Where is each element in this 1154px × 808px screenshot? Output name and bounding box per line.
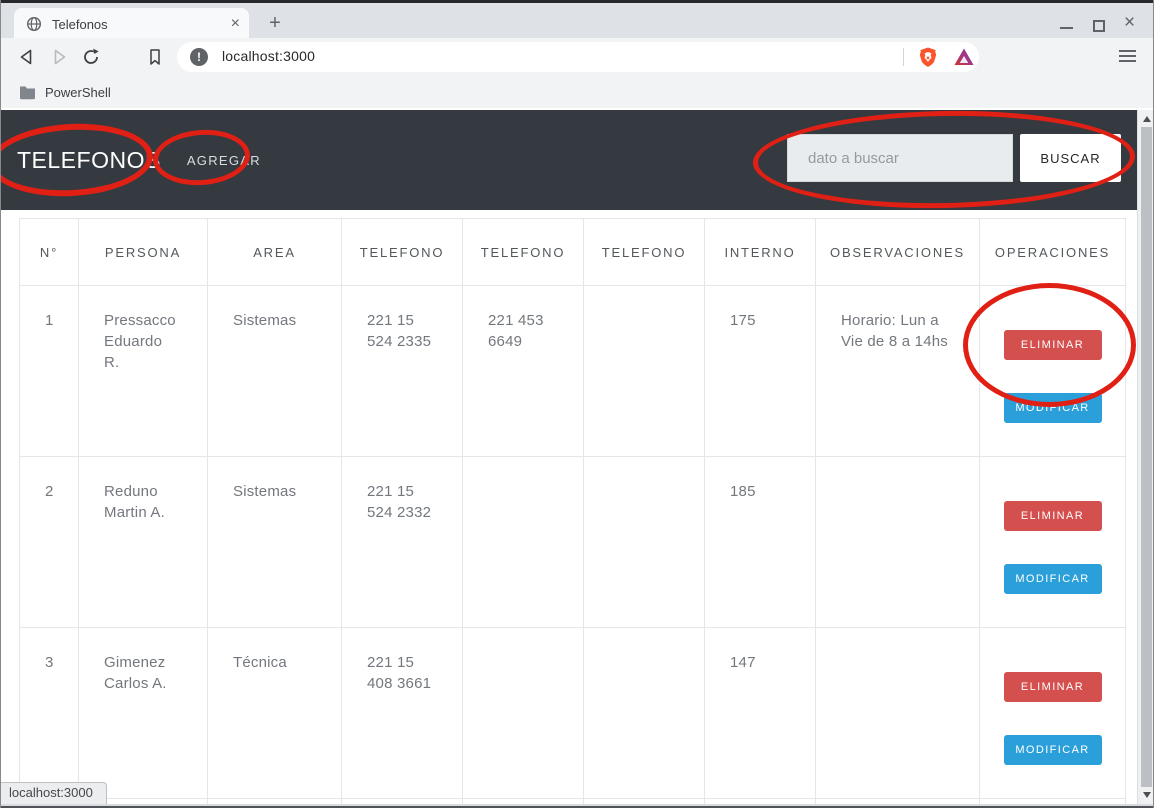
reload-icon[interactable] — [81, 47, 101, 67]
bookmark-icon[interactable] — [145, 47, 165, 67]
table-row: 3 Gimenez Carlos A. Técnica 221 15 408 3… — [20, 628, 1126, 799]
brave-shield-icon[interactable] — [917, 46, 939, 68]
scroll-up-arrow-icon[interactable] — [1143, 116, 1151, 122]
cell-telefono1: 221 15 524 2332 — [342, 457, 463, 628]
cell-observaciones — [816, 457, 980, 628]
app-navbar: TELEFONOS AGREGAR BUSCAR — [1, 110, 1137, 210]
cell-telefono2 — [463, 628, 584, 799]
cell-telefono3 — [584, 457, 705, 628]
cell-area: Sistemas — [208, 457, 342, 628]
tab-close-icon[interactable]: × — [231, 14, 240, 34]
col-header-observaciones: OBSERVACIONES — [816, 219, 980, 286]
cell-n: 1 — [20, 286, 79, 457]
cell-telefono3 — [584, 286, 705, 457]
edit-button[interactable]: MODIFICAR — [1004, 564, 1102, 594]
window-bottom-edge — [1, 804, 1154, 808]
cell-area: Técnica — [208, 628, 342, 799]
delete-button[interactable]: ELIMINAR — [1004, 501, 1102, 531]
cell-persona: Gimenez Carlos A. — [79, 628, 208, 799]
vertical-scrollbar[interactable] — [1137, 110, 1154, 804]
web-page: TELEFONOS AGREGAR BUSCAR N° PERSONA AREA… — [1, 108, 1137, 804]
forward-icon[interactable] — [49, 47, 69, 67]
back-icon[interactable] — [17, 47, 37, 67]
url-text[interactable]: localhost:3000 — [222, 48, 315, 64]
cell-persona: Pressacco Eduardo R. — [79, 286, 208, 457]
bat-rewards-icon[interactable] — [953, 46, 975, 68]
cell-telefono3 — [584, 628, 705, 799]
cell-n: 3 — [20, 628, 79, 799]
tab-strip: Telefonos × + × — [1, 0, 1154, 38]
cell-telefono1: 221 15 408 3661 — [342, 628, 463, 799]
cell-operaciones: ELIMINAR MODIFICAR — [980, 286, 1126, 457]
cell-interno: 147 — [705, 628, 816, 799]
cell-operaciones: ELIMINAR MODIFICAR — [980, 457, 1126, 628]
col-header-interno: INTERNO — [705, 219, 816, 286]
col-header-n: N° — [20, 219, 79, 286]
scrollbar-thumb[interactable] — [1141, 127, 1152, 787]
browser-tab[interactable]: Telefonos × — [14, 8, 249, 41]
col-header-persona: PERSONA — [79, 219, 208, 286]
brand-link[interactable]: TELEFONOS — [17, 147, 161, 174]
search-input[interactable] — [787, 134, 1013, 182]
edit-button[interactable]: MODIFICAR — [1004, 735, 1102, 765]
table-row: 1 Pressacco Eduardo R. Sistemas 221 15 5… — [20, 286, 1126, 457]
cell-observaciones — [816, 628, 980, 799]
edit-button[interactable]: MODIFICAR — [1004, 393, 1102, 423]
cell-operaciones: ELIMINAR MODIFICAR — [980, 628, 1126, 799]
browser-toolbar: ! localhost:3000 — [1, 38, 1154, 76]
cell-observaciones: Horario: Lun a Vie de 8 a 14hs — [816, 286, 980, 457]
cell-area: Sistemas — [208, 286, 342, 457]
col-header-area: AREA — [208, 219, 342, 286]
cell-interno: 175 — [705, 286, 816, 457]
bookmarks-bar: PowerShell — [1, 76, 1154, 108]
window-close-button[interactable]: × — [1124, 12, 1135, 34]
col-header-operaciones: OPERACIONES — [980, 219, 1126, 286]
urlbar-divider — [903, 48, 904, 66]
col-header-telefono2: TELEFONO — [463, 219, 584, 286]
col-header-telefono1: TELEFONO — [342, 219, 463, 286]
search-button[interactable]: BUSCAR — [1020, 134, 1121, 182]
site-info-icon[interactable]: ! — [190, 48, 208, 66]
col-header-telefono3: TELEFONO — [584, 219, 705, 286]
scroll-down-arrow-icon[interactable] — [1143, 792, 1151, 798]
cell-telefono2 — [463, 457, 584, 628]
nav-link-agregar[interactable]: AGREGAR — [187, 153, 261, 168]
browser-window: Telefonos × + × — [0, 0, 1154, 808]
delete-button[interactable]: ELIMINAR — [1004, 330, 1102, 360]
folder-icon — [19, 85, 36, 100]
table-header-row: N° PERSONA AREA TELEFONO TELEFONO TELEFO… — [20, 219, 1126, 286]
address-bar[interactable]: ! localhost:3000 — [177, 42, 979, 72]
phones-table: N° PERSONA AREA TELEFONO TELEFONO TELEFO… — [19, 218, 1126, 804]
cell-persona: Reduno Martin A. — [79, 457, 208, 628]
cell-telefono1: 221 15 524 2335 — [342, 286, 463, 457]
table-row: 2 Reduno Martin A. Sistemas 221 15 524 2… — [20, 457, 1126, 628]
cell-telefono2: 221 453 6649 — [463, 286, 584, 457]
delete-button[interactable]: ELIMINAR — [1004, 672, 1102, 702]
bookmark-item-powershell[interactable]: PowerShell — [45, 85, 111, 100]
window-minimize-button[interactable] — [1060, 27, 1073, 29]
window-maximize-button[interactable] — [1093, 20, 1105, 32]
new-tab-button[interactable]: + — [263, 12, 287, 36]
cell-interno: 185 — [705, 457, 816, 628]
globe-icon — [26, 16, 42, 32]
status-bar-link-preview: localhost:3000 — [1, 782, 107, 804]
tab-title: Telefonos — [52, 17, 108, 32]
menu-icon[interactable] — [1119, 50, 1136, 65]
cell-n: 2 — [20, 457, 79, 628]
